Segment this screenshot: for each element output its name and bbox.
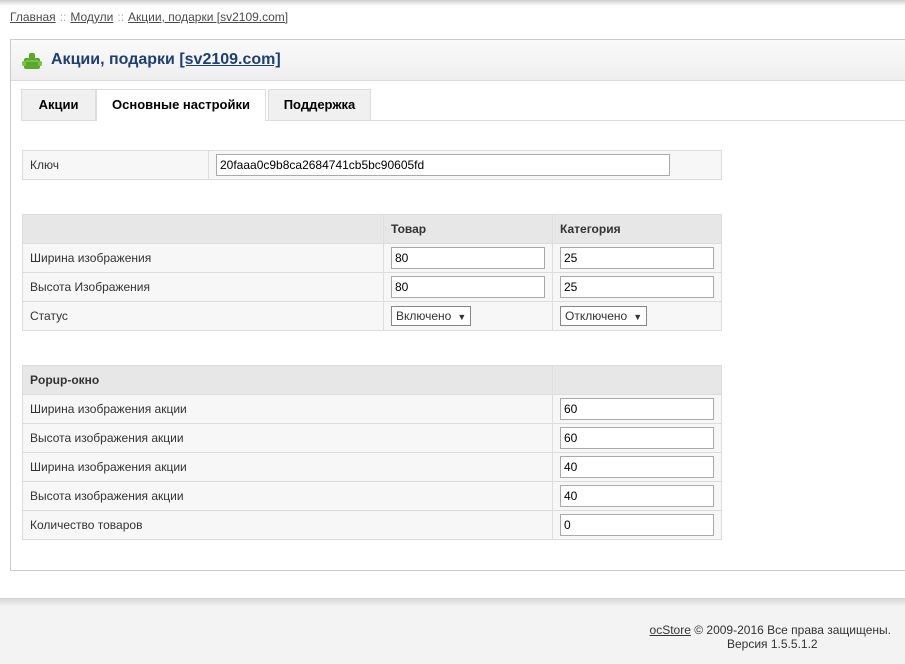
- category-status-value: Отключено: [565, 309, 628, 323]
- key-table: Ключ: [22, 150, 722, 180]
- category-cell: [552, 272, 722, 302]
- product-cell: Включено ▼: [383, 301, 553, 331]
- tab-bar: Акции Основные настройки Поддержка: [21, 89, 905, 121]
- category-cell: Отключено ▼: [552, 301, 722, 331]
- breadcrumb-separator: ::: [59, 10, 67, 24]
- product-status-value: Включено: [396, 309, 452, 323]
- image-size-table: Товар Категория Ширина изображения Высот…: [22, 214, 722, 331]
- key-label: Ключ: [22, 150, 209, 180]
- dropdown-arrow-icon: ▼: [633, 312, 643, 322]
- value-cell: [552, 452, 722, 482]
- header-category: Категория: [552, 214, 722, 244]
- top-shade: [0, 0, 905, 6]
- breadcrumb: Главная:: Модули:: Акции, подарки [sv2109.…: [10, 10, 288, 24]
- page-title-text: Акции, подарки: [51, 51, 175, 68]
- breadcrumb-modules-link[interactable]: Модули: [70, 10, 113, 24]
- header-popup: Popup-окно: [22, 365, 553, 395]
- row-label: Высота Изображения: [22, 272, 384, 302]
- breadcrumb-separator: ::: [117, 10, 125, 24]
- value-cell: [552, 510, 722, 540]
- value-cell: [552, 423, 722, 453]
- key-cell: [208, 150, 722, 180]
- row-label: Количество товаров: [22, 510, 553, 540]
- puzzle-module-icon: [22, 53, 42, 69]
- breadcrumb-current-link[interactable]: Акции, подарки [sv2109.com]: [128, 10, 288, 24]
- product-image-width-input[interactable]: [391, 247, 545, 269]
- product-cell: [383, 243, 553, 273]
- header-empty: [22, 214, 384, 244]
- footer-brand-link[interactable]: ocStore: [650, 623, 691, 637]
- row-label: Высота изображения акции: [22, 423, 553, 453]
- table-row: Высота изображения акции: [22, 423, 722, 453]
- key-input[interactable]: [216, 154, 670, 176]
- product-count-input[interactable]: [560, 514, 714, 536]
- table-row: Ширина изображения акции: [22, 394, 722, 424]
- table-row: Ключ: [22, 150, 722, 180]
- table-row: Количество товаров: [22, 510, 722, 540]
- tab-promotions[interactable]: Акции: [21, 89, 96, 120]
- module-box: Акции, подарки [sv2109.com] Акции Основн…: [10, 39, 905, 571]
- table-row: Высота Изображения: [22, 272, 722, 302]
- footer-shade: [0, 598, 905, 606]
- value-cell: [552, 481, 722, 511]
- popup-image-height-input[interactable]: [560, 427, 714, 449]
- popup-image-height-input-2[interactable]: [560, 485, 714, 507]
- popup-table: Popup-окно Ширина изображения акции Высо…: [22, 365, 722, 540]
- table-row: Высота изображения акции: [22, 481, 722, 511]
- row-label: Высота изображения акции: [22, 481, 553, 511]
- product-status-select[interactable]: Включено ▼: [391, 306, 472, 326]
- table-row: Ширина изображения: [22, 243, 722, 273]
- category-image-height-input[interactable]: [560, 276, 714, 298]
- dropdown-arrow-icon: ▼: [457, 312, 467, 322]
- footer-version: Версия 1.5.5.1.2: [727, 637, 818, 651]
- page-title-link[interactable]: [sv2109.com]: [179, 51, 280, 68]
- category-image-width-input[interactable]: [560, 247, 714, 269]
- header-empty: [552, 365, 722, 395]
- box-heading: Акции, подарки [sv2109.com]: [11, 40, 905, 81]
- table-row: Статус Включено ▼ Отключено ▼: [22, 301, 722, 331]
- table-header-row: Товар Категория: [22, 214, 722, 244]
- page-title: Акции, подарки [sv2109.com]: [51, 51, 281, 69]
- tab-support[interactable]: Поддержка: [268, 89, 371, 120]
- row-label: Ширина изображения акции: [22, 394, 553, 424]
- footer: ocStore © 2009-2016 Все права защищены. …: [0, 606, 905, 664]
- table-row: Ширина изображения акции: [22, 452, 722, 482]
- popup-image-width-input[interactable]: [560, 398, 714, 420]
- footer-copyright: ocStore © 2009-2016 Все права защищены.: [650, 623, 891, 637]
- row-label: Ширина изображения: [22, 243, 384, 273]
- footer-copyright-text: © 2009-2016 Все права защищены.: [694, 623, 891, 637]
- tab-general-settings[interactable]: Основные настройки: [96, 89, 266, 121]
- product-cell: [383, 272, 553, 302]
- row-label: Ширина изображения акции: [22, 452, 553, 482]
- category-status-select[interactable]: Отключено ▼: [560, 306, 648, 326]
- product-image-height-input[interactable]: [391, 276, 545, 298]
- row-label: Статус: [22, 301, 384, 331]
- value-cell: [552, 394, 722, 424]
- table-header-row: Popup-окно: [22, 365, 722, 395]
- breadcrumb-home-link[interactable]: Главная: [10, 10, 56, 24]
- popup-image-width-input-2[interactable]: [560, 456, 714, 478]
- header-product: Товар: [383, 214, 553, 244]
- category-cell: [552, 243, 722, 273]
